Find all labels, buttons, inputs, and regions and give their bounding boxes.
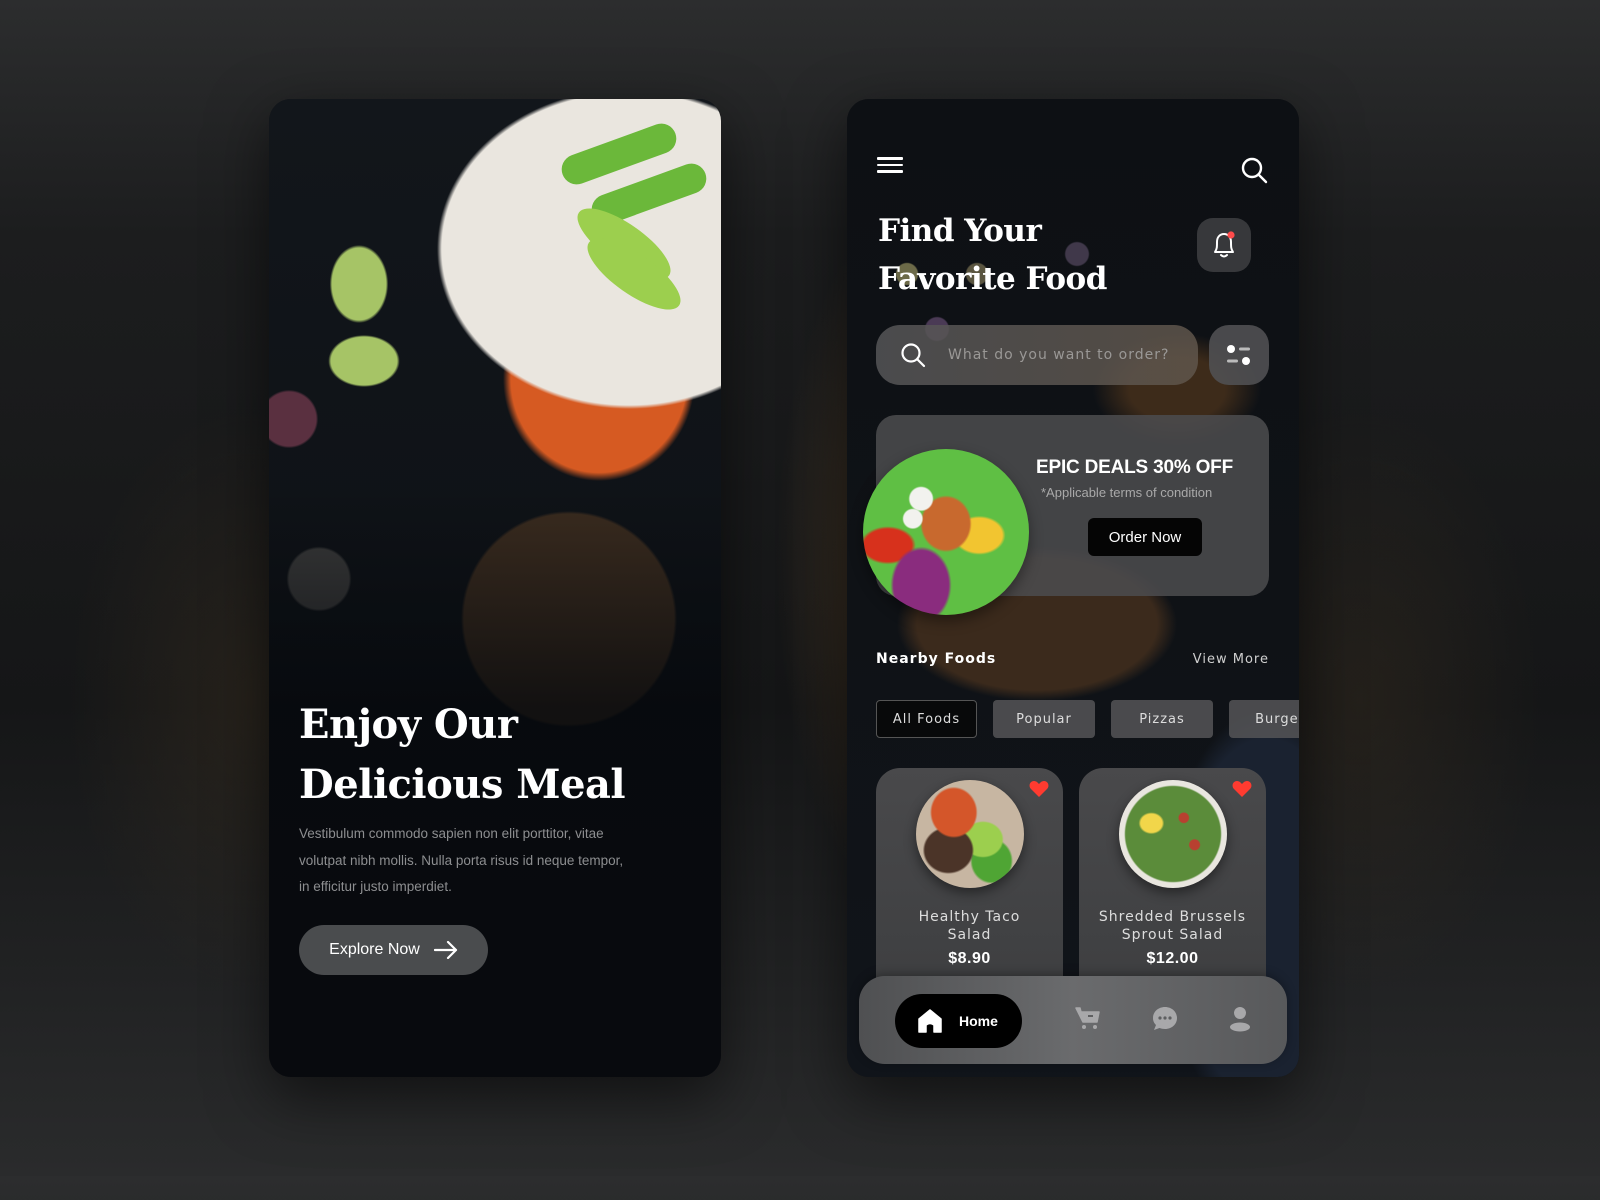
title-line-1: Find Your <box>878 213 1042 249</box>
filter-button[interactable] <box>1209 325 1269 385</box>
nearby-foods-header: Nearby Foods View More <box>876 651 1269 667</box>
bottom-navigation: Home <box>859 976 1287 1064</box>
filter-chip-burger[interactable]: Burger <box>1229 700 1299 738</box>
filter-chip-all-foods[interactable]: All Foods <box>876 700 977 738</box>
notification-button[interactable] <box>1197 218 1251 272</box>
title-line-2: Delicious Meal <box>299 761 626 808</box>
hamburger-menu-icon[interactable] <box>877 157 903 175</box>
food-name: Healthy Taco Salad <box>918 909 1021 943</box>
filter-icon <box>1227 345 1250 365</box>
cart-icon[interactable] <box>1075 1006 1101 1030</box>
title-line-2: Favorite Food <box>878 261 1107 297</box>
food-list: Healthy Taco Salad $8.90 Shredded Brussel… <box>876 768 1266 988</box>
notification-badge <box>1227 231 1235 239</box>
home-icon <box>918 1009 942 1033</box>
bell-icon <box>1214 231 1235 258</box>
order-now-button[interactable]: Order Now <box>1088 518 1202 556</box>
nav-home[interactable]: Home <box>895 994 1022 1048</box>
onboarding-title: Enjoy Our Delicious Meal <box>299 695 699 815</box>
food-image <box>1119 780 1227 888</box>
explore-now-button[interactable]: Explore Now <box>299 925 488 975</box>
home-screen: Find Your Favorite Food EPIC DEALS 30% O… <box>847 99 1299 1077</box>
food-price: $8.90 <box>948 950 991 967</box>
promo-banner[interactable]: EPIC DEALS 30% OFF *Applicable terms of … <box>863 415 1269 615</box>
section-title: Nearby Foods <box>876 651 997 667</box>
explore-now-label: Explore Now <box>329 941 420 958</box>
chat-icon[interactable] <box>1152 1006 1178 1032</box>
nav-home-label: Home <box>959 1013 998 1029</box>
filter-chip-pizzas[interactable]: Pizzas <box>1111 700 1213 738</box>
search-bar <box>876 325 1198 385</box>
filter-chip-popular[interactable]: Popular <box>993 700 1095 738</box>
heart-icon[interactable] <box>1232 780 1252 798</box>
view-more-link[interactable]: View More <box>1193 652 1269 667</box>
promo-title: EPIC DEALS 30% OFF <box>1036 457 1233 478</box>
heart-icon[interactable] <box>1029 780 1049 798</box>
food-card[interactable]: Healthy Taco Salad $8.90 <box>876 768 1063 988</box>
arrow-right-icon <box>433 941 457 959</box>
page-title: Find Your Favorite Food <box>878 207 1138 303</box>
onboarding-description: Vestibulum commodo sapien non elit portt… <box>299 826 624 894</box>
title-line-1: Enjoy Our <box>299 701 518 748</box>
search-icon[interactable] <box>1240 156 1268 184</box>
category-filters: All Foods Popular Pizzas Burger <box>876 700 1299 738</box>
search-icon <box>901 343 926 368</box>
promo-subtitle: *Applicable terms of condition <box>1041 485 1213 500</box>
profile-icon[interactable] <box>1229 1006 1251 1032</box>
search-input[interactable] <box>948 347 1178 363</box>
food-price: $12.00 <box>1146 950 1199 967</box>
food-image <box>916 780 1024 888</box>
salad-bowl-image <box>863 449 1029 615</box>
food-card[interactable]: Shredded Brussels Sprout Salad $12.00 <box>1079 768 1266 988</box>
food-name: Shredded Brussels Sprout Salad <box>1098 909 1247 943</box>
onboarding-screen: Enjoy Our Delicious Meal Vestibulum comm… <box>269 99 721 1077</box>
